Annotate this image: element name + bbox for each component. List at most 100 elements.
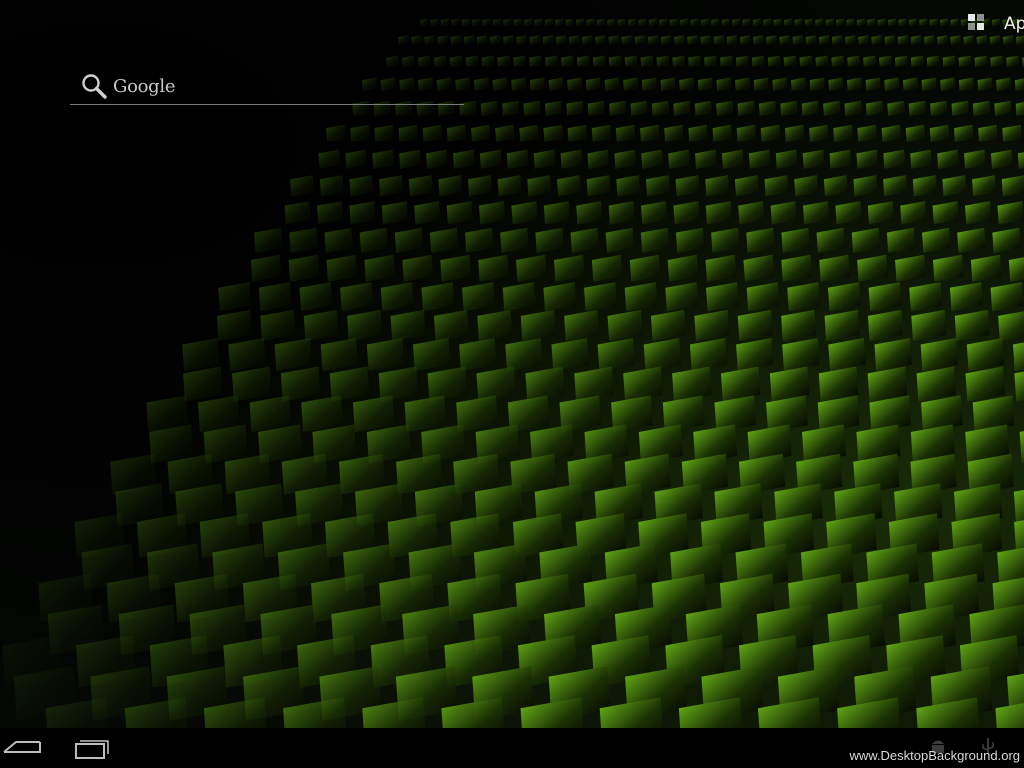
weave-tile (495, 124, 515, 143)
weave-tile (624, 282, 658, 312)
recent-apps-icon[interactable] (70, 734, 114, 762)
weave-tile (675, 175, 700, 197)
weave-tile (908, 100, 926, 116)
apps-button[interactable]: Apps (966, 12, 1024, 38)
weave-tile (553, 254, 585, 282)
weave-tile (420, 18, 429, 26)
weave-tile (408, 175, 433, 197)
weave-tile (857, 254, 888, 282)
weave-tile (656, 55, 670, 67)
weave-tile (770, 201, 797, 225)
weave-tile (674, 35, 685, 45)
google-search-bar[interactable]: Google (70, 68, 464, 105)
weave-tile (883, 175, 908, 197)
weave-tile (857, 124, 877, 143)
watermark-text: www.DesktopBackground.org (849, 748, 1020, 763)
weave-tile (628, 18, 637, 26)
weave-tile (743, 254, 775, 282)
navigation-bar: www.DesktopBackground.org (0, 728, 1024, 768)
weave-tile (605, 227, 635, 253)
weave-tile (608, 35, 620, 45)
weave-tile (720, 366, 761, 402)
weave-tile (711, 227, 740, 253)
weave-tile (716, 100, 734, 116)
weave-tile (863, 55, 876, 67)
weave-tile (490, 35, 501, 45)
weave-tile (527, 175, 552, 197)
weave-tile (459, 338, 497, 372)
weave-tile (1012, 342, 1024, 372)
weave-tile (858, 35, 869, 45)
weave-tile (689, 338, 728, 372)
weave-tile (379, 175, 404, 197)
weave-tile (902, 77, 918, 91)
weave-tile (350, 124, 370, 143)
weave-tile (753, 77, 769, 91)
weave-tile (597, 338, 635, 372)
weave-tile (792, 35, 804, 45)
weave-tile (865, 77, 881, 91)
weave-tile (502, 282, 536, 312)
weave-tile (250, 254, 282, 282)
weave-tile (390, 309, 426, 341)
weave-tile (700, 18, 710, 26)
weave-tile (911, 309, 947, 341)
weave-tile (352, 395, 395, 433)
weave-tile (301, 395, 343, 433)
weave-tile (847, 55, 861, 67)
weave-tile (734, 175, 759, 197)
weave-tile (735, 55, 749, 67)
weave-tile (867, 18, 876, 26)
weave-tile (576, 201, 603, 225)
weave-tile (690, 18, 699, 26)
weave-tile (965, 366, 1005, 402)
weave-tile (926, 55, 940, 67)
weave-tile (675, 227, 705, 253)
weave-tile (500, 227, 529, 253)
weave-tile (519, 124, 539, 143)
weave-tile (556, 175, 581, 197)
weave-tile (721, 18, 730, 26)
weave-tile (422, 124, 443, 143)
search-placeholder: Google (113, 76, 176, 97)
weave-tile (319, 175, 344, 197)
apps-grid-icon (968, 14, 986, 32)
weave-tile (713, 35, 725, 45)
weave-tile (411, 35, 422, 45)
weave-tile (299, 282, 333, 312)
weave-tile (688, 55, 702, 67)
weave-tile (951, 100, 969, 116)
weave-tile (767, 55, 781, 67)
weave-tile (695, 149, 717, 169)
weave-tile (1014, 371, 1024, 402)
weave-tile (994, 100, 1012, 116)
weave-tile (438, 175, 463, 197)
weave-tile (303, 309, 339, 341)
weave-tile (463, 35, 475, 45)
weave-tile (254, 227, 283, 253)
weave-tile (763, 18, 772, 26)
weave-tile (721, 149, 744, 169)
weave-tile (568, 35, 580, 45)
weave-tile (576, 18, 585, 26)
weave-tile (669, 18, 678, 26)
apps-label: Apps (1004, 14, 1024, 34)
back-arrow-icon[interactable] (0, 734, 44, 762)
weave-tile (561, 55, 574, 67)
weave-tile (659, 18, 668, 26)
weave-tile (836, 18, 845, 26)
weave-tile (1002, 124, 1022, 143)
weave-tile (584, 282, 617, 312)
weave-tile (829, 149, 852, 169)
weave-tile (909, 282, 943, 312)
weave-tile (972, 175, 997, 197)
weave-tile (779, 35, 790, 45)
weave-tile (604, 77, 620, 91)
weave-tile (751, 55, 765, 67)
weave-tile (803, 201, 830, 225)
weave-tile (288, 254, 320, 282)
weave-tile (894, 55, 908, 67)
weave-tile (478, 254, 509, 282)
weave-tile (274, 338, 312, 372)
weave-tile (513, 55, 527, 67)
